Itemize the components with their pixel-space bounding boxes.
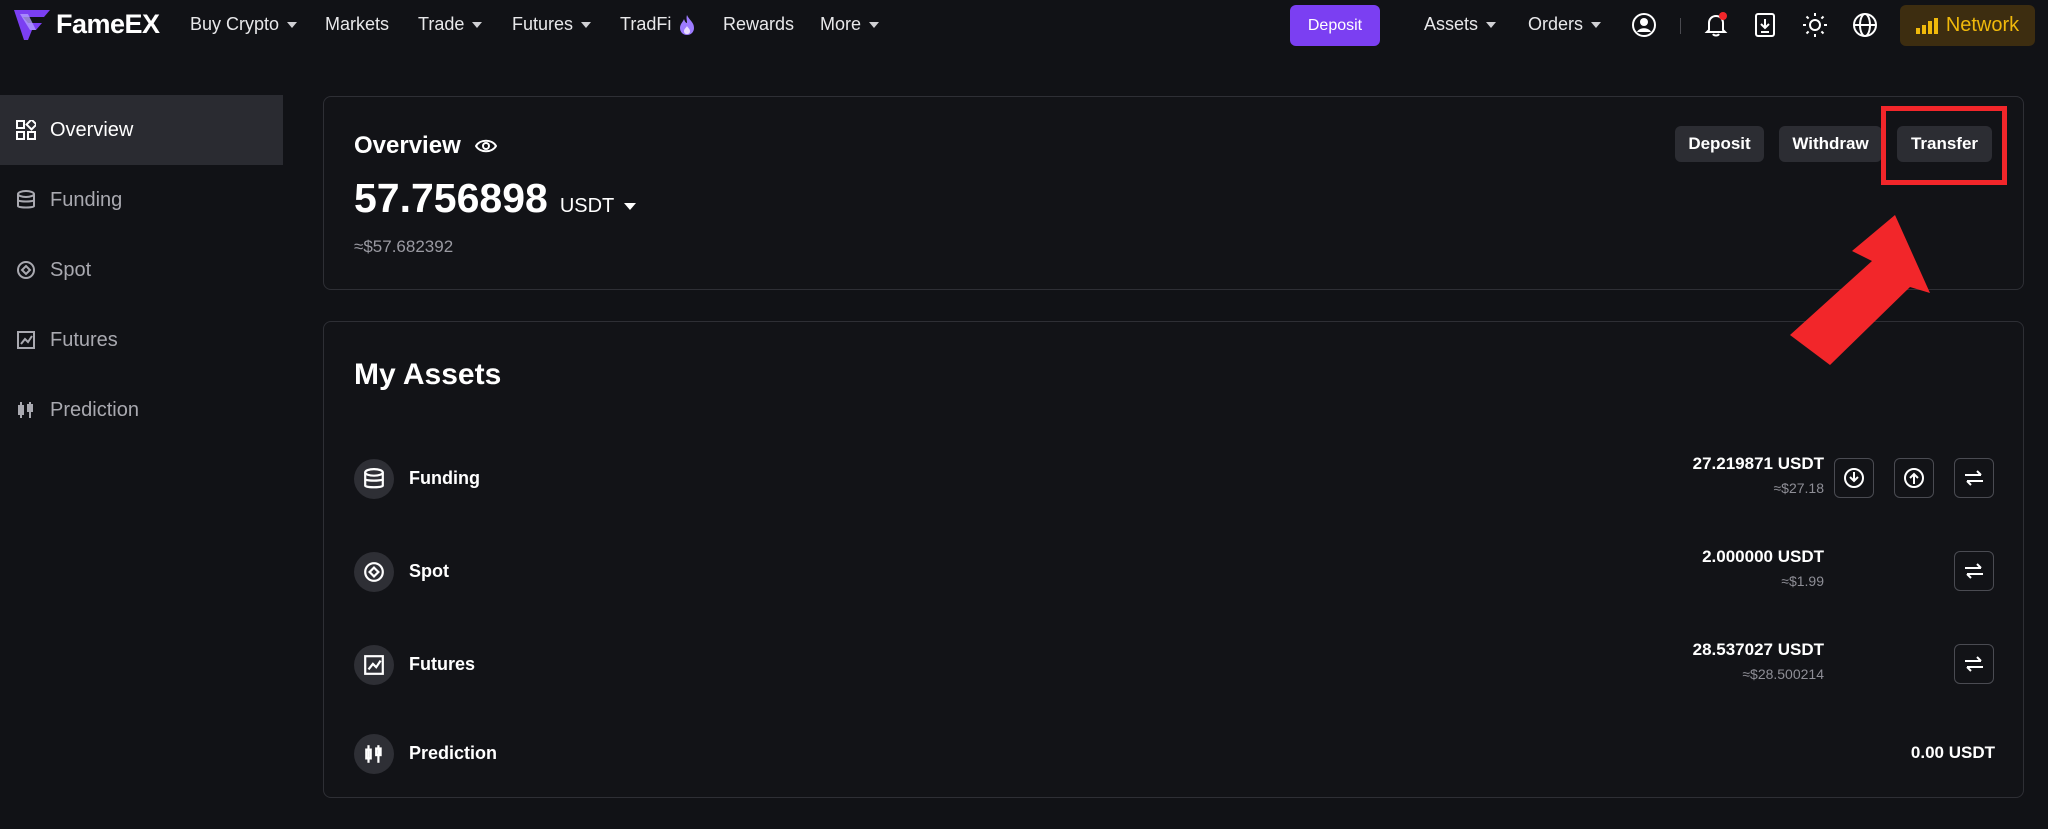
nav-more[interactable]: More bbox=[820, 14, 880, 35]
nav-orders[interactable]: Orders bbox=[1528, 14, 1602, 35]
sidebar-item-futures[interactable]: Futures bbox=[0, 305, 283, 375]
sidebar-item-label: Funding bbox=[50, 188, 123, 211]
overview-balance: 57.756898 USDT bbox=[354, 175, 637, 222]
chart-icon bbox=[354, 645, 394, 685]
brand-name: FameEX bbox=[56, 9, 160, 39]
currency-label: USDT bbox=[559, 195, 615, 217]
overview-amount: 57.756898 bbox=[354, 175, 548, 221]
network-button[interactable]: Network bbox=[1900, 5, 2035, 46]
bell-icon[interactable] bbox=[1702, 11, 1730, 39]
asset-usd-value: ≈$1.99 bbox=[1781, 573, 1824, 589]
arrow-annotation-icon bbox=[1790, 215, 1930, 365]
my-assets-card: My Assets Funding 27.219871 USDT ≈$27.18 bbox=[323, 321, 2024, 798]
sidebar-item-label: Futures bbox=[50, 328, 118, 351]
asset-row-spot: Spot 2.000000 USDT ≈$1.99 bbox=[354, 547, 1995, 597]
nav-buy-crypto-label: Buy Crypto bbox=[190, 14, 280, 34]
chart-icon bbox=[17, 331, 35, 349]
page: FameEX Buy Crypto Markets Trade Futures … bbox=[0, 0, 2048, 829]
asset-amount: 28.537027 USDT bbox=[1692, 640, 1824, 659]
deposit-top-button[interactable]: Deposit bbox=[1290, 5, 1380, 46]
withdraw-icon[interactable] bbox=[1894, 458, 1934, 498]
theme-toggle-icon[interactable] bbox=[1801, 11, 1829, 39]
nav-assets[interactable]: Assets bbox=[1424, 14, 1497, 35]
sidebar-item-prediction[interactable]: Prediction bbox=[0, 375, 283, 445]
logo-icon bbox=[14, 9, 50, 40]
divider bbox=[1680, 18, 1681, 34]
grid-icon bbox=[16, 120, 36, 140]
signal-icon bbox=[1915, 17, 1938, 34]
withdraw-button[interactable]: Withdraw bbox=[1779, 126, 1882, 162]
nav-tradfi[interactable]: TradFi bbox=[620, 14, 695, 35]
my-assets-title: My Assets bbox=[354, 358, 502, 391]
logo[interactable]: FameEX bbox=[14, 9, 160, 40]
nav-rewards-label: Rewards bbox=[723, 14, 795, 34]
overview-usd-value: ≈$57.682392 bbox=[354, 237, 454, 256]
sidebar-item-spot[interactable]: Spot bbox=[0, 235, 283, 305]
deposit-button[interactable]: Deposit bbox=[1675, 126, 1764, 162]
chevron-down-icon bbox=[287, 21, 298, 28]
nav-orders-label: Orders bbox=[1528, 14, 1584, 34]
asset-usd-value: ≈$28.500214 bbox=[1742, 666, 1824, 682]
download-app-icon[interactable] bbox=[1751, 11, 1779, 39]
asset-usd-value: ≈$27.18 bbox=[1773, 480, 1824, 496]
asset-name: Funding bbox=[409, 468, 480, 488]
nav-futures[interactable]: Futures bbox=[512, 14, 592, 35]
candlestick-icon bbox=[18, 402, 33, 418]
nav-markets-label: Markets bbox=[325, 14, 390, 34]
chevron-down-icon bbox=[624, 203, 637, 210]
deposit-icon[interactable] bbox=[1834, 458, 1874, 498]
asset-name: Futures bbox=[409, 654, 476, 674]
spot-icon bbox=[17, 261, 35, 279]
chevron-down-icon bbox=[1486, 21, 1497, 28]
nav-futures-label: Futures bbox=[512, 14, 574, 34]
sidebar-item-label: Overview bbox=[50, 118, 134, 141]
transfer-icon[interactable] bbox=[1954, 551, 1994, 591]
nav-assets-label: Assets bbox=[1424, 14, 1479, 34]
network-label: Network bbox=[1945, 14, 2020, 36]
chevron-down-icon bbox=[869, 21, 880, 28]
asset-amount: 0.00 USDT bbox=[1910, 743, 1995, 762]
spot-icon bbox=[354, 552, 394, 592]
asset-row-prediction: Prediction 0.00 USDT bbox=[354, 729, 1995, 779]
asset-row-futures: Futures 28.537027 USDT ≈$28.500214 bbox=[354, 640, 1995, 690]
transfer-icon[interactable] bbox=[1954, 458, 1994, 498]
nav-more-label: More bbox=[820, 14, 862, 34]
database-icon bbox=[354, 459, 394, 499]
nav-buy-crypto[interactable]: Buy Crypto bbox=[190, 14, 298, 35]
asset-name: Prediction bbox=[409, 743, 498, 763]
overview-title-text: Overview bbox=[354, 132, 461, 159]
sidebar-item-overview[interactable]: Overview bbox=[0, 95, 283, 165]
asset-amount: 2.000000 USDT bbox=[1702, 547, 1824, 566]
overview-card: Overview 57.756898 USDT ≈$57.682392 Depo… bbox=[323, 96, 2024, 290]
database-icon bbox=[17, 190, 35, 209]
highlight-box bbox=[1881, 106, 2007, 185]
sidebar-item-funding[interactable]: Funding bbox=[0, 165, 283, 235]
nav-trade-label: Trade bbox=[418, 14, 465, 34]
user-icon[interactable] bbox=[1630, 11, 1658, 39]
nav-markets[interactable]: Markets bbox=[325, 14, 389, 35]
chevron-down-icon bbox=[472, 21, 483, 28]
sidebar-item-label: Spot bbox=[50, 258, 92, 281]
fire-icon bbox=[680, 14, 695, 35]
currency-selector[interactable]: USDT bbox=[559, 195, 637, 218]
top-nav: FameEX Buy Crypto Markets Trade Futures … bbox=[0, 0, 2048, 50]
nav-rewards[interactable]: Rewards bbox=[723, 14, 794, 35]
nav-tradfi-label: TradFi bbox=[620, 14, 672, 34]
overview-title: Overview bbox=[354, 132, 497, 160]
sidebar-item-label: Prediction bbox=[50, 398, 139, 421]
chevron-down-icon bbox=[581, 21, 592, 28]
asset-name: Spot bbox=[409, 561, 449, 581]
asset-row-funding: Funding 27.219871 USDT ≈$27.18 bbox=[354, 454, 1995, 504]
globe-icon[interactable] bbox=[1851, 11, 1879, 39]
nav-trade[interactable]: Trade bbox=[418, 14, 483, 35]
sidebar: Overview Funding Spot Futures Prediction bbox=[0, 95, 283, 445]
candlestick-icon bbox=[354, 734, 394, 774]
eye-icon[interactable] bbox=[474, 138, 497, 154]
chevron-down-icon bbox=[1591, 21, 1602, 28]
asset-amount: 27.219871 USDT bbox=[1692, 454, 1824, 473]
transfer-icon[interactable] bbox=[1954, 644, 1994, 684]
